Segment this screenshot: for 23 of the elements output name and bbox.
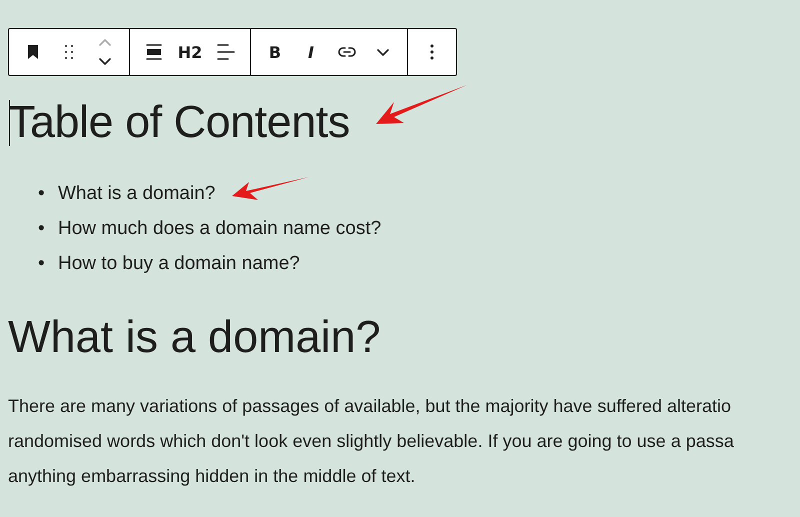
page-title: Table of Contents [8,95,350,149]
align-left-icon [217,44,235,60]
bookmark-icon [27,45,39,59]
section-heading: What is a domain? [8,310,381,364]
bullet: • [38,216,46,240]
paragraph-line: There are many variations of passages of available, but the majority have suffered alteratio [8,395,732,418]
format-button[interactable]: B [257,29,293,75]
format-button[interactable]: I [293,29,329,75]
toc-item: How to buy a domain name? [58,252,300,276]
more-vertical-icon [430,44,434,60]
link-icon [338,47,356,57]
chevron-down-icon [377,48,389,56]
drag-handle-icon [65,45,73,59]
text-cursor [9,100,10,146]
toc-item: What is a domain? [58,182,216,206]
toc-item: How much does a domain name cost? [58,216,382,240]
move-up-down-icon [99,39,111,65]
bullet: • [38,252,46,276]
paragraph-line: anything embarrassing hidden in the middle of text. [8,465,416,488]
format-button[interactable]: H2 [172,29,208,75]
align-wide-icon [146,44,162,60]
paragraph-line: randomised words which don't look even slightly believable. If you are going to use a passa [8,430,734,453]
bullet: • [38,182,46,206]
